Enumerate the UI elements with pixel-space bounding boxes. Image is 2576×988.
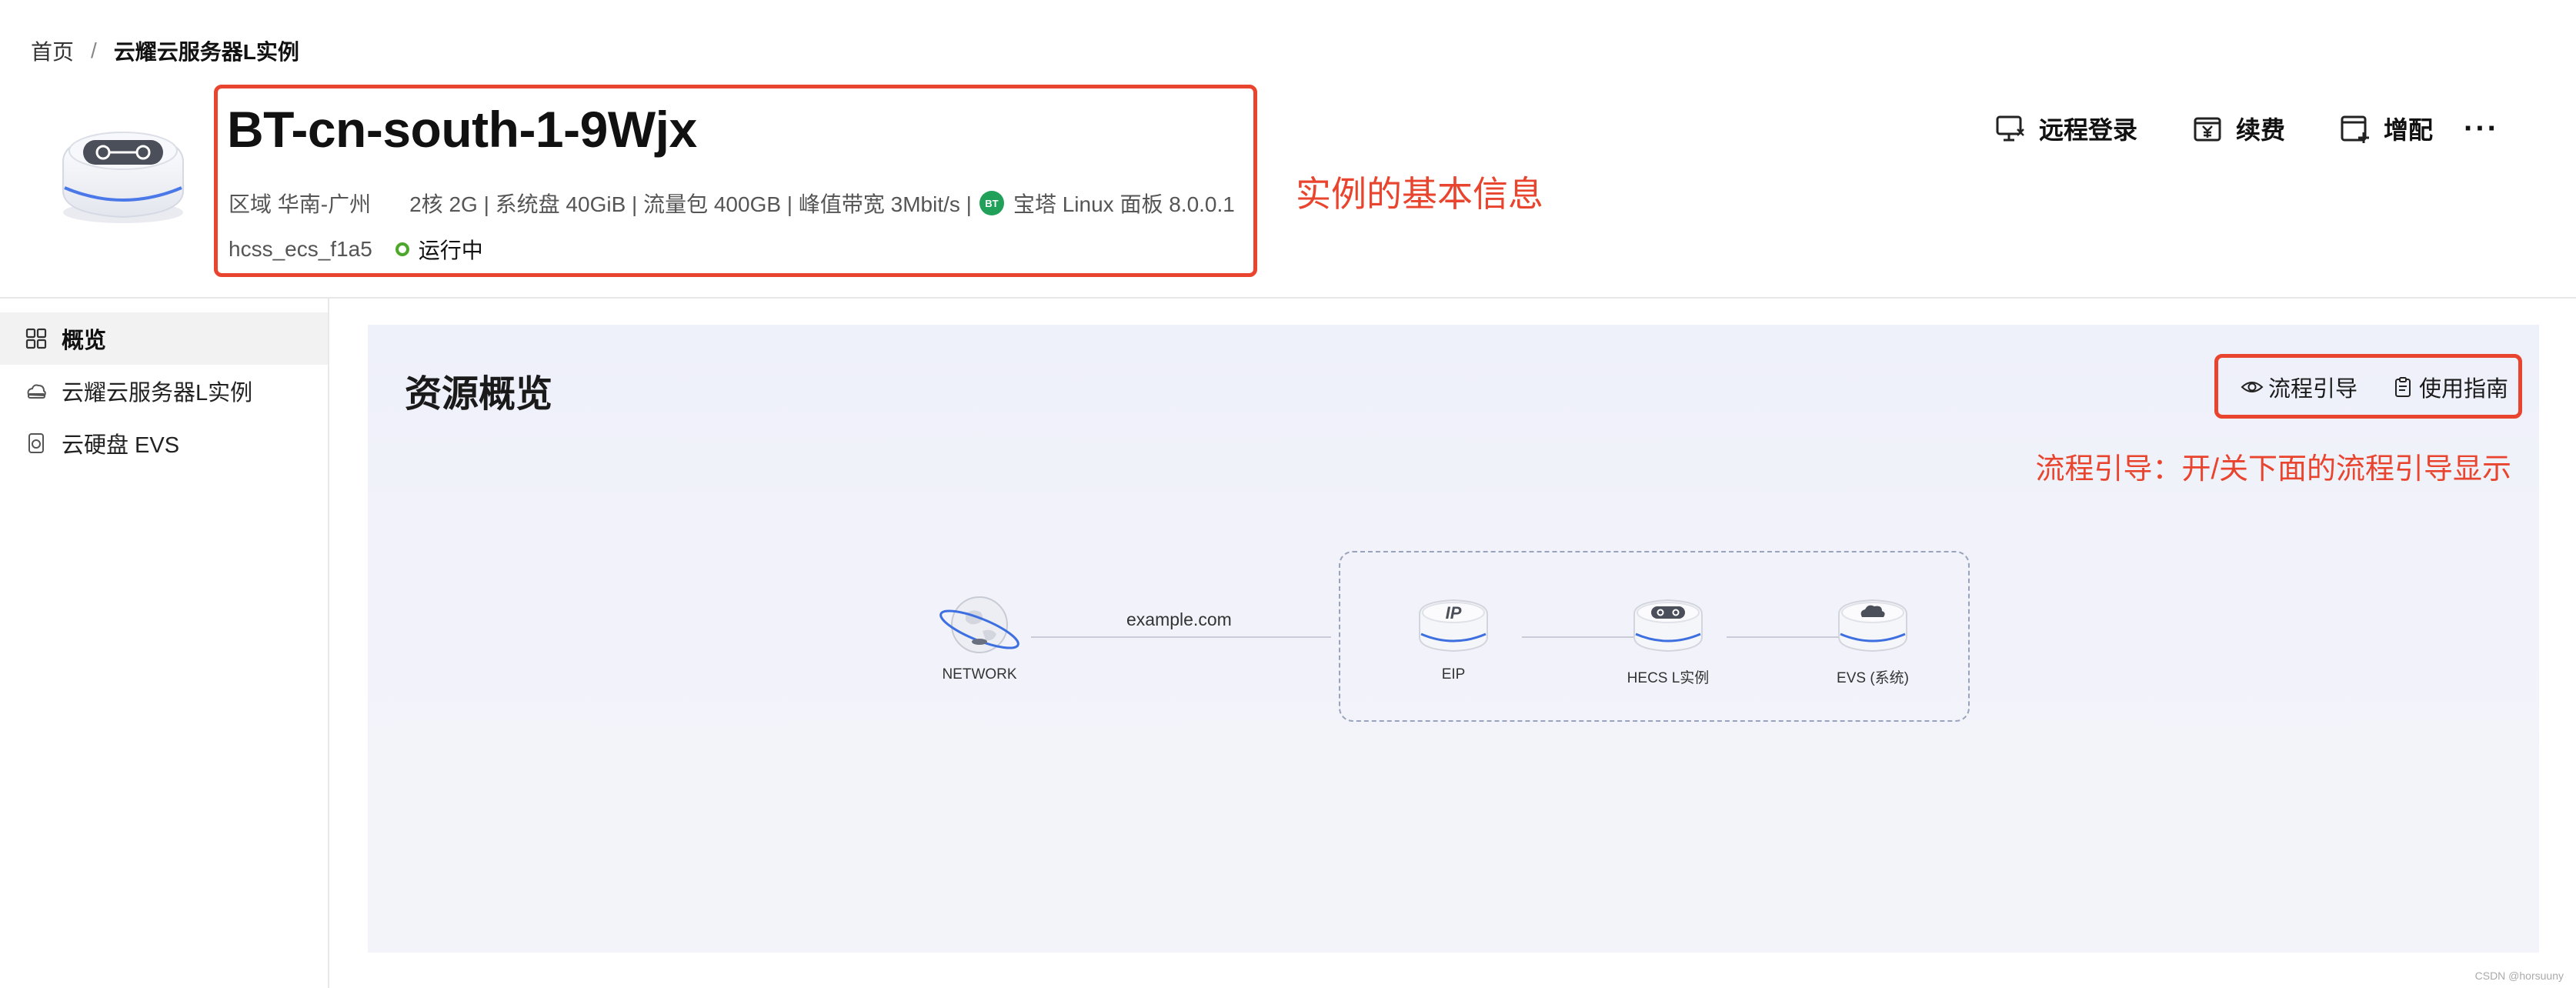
resource-overview-panel: 资源概览 流程引导 使用指南 流程引导：开/关下面的流程引导显示 example…: [368, 325, 2539, 953]
upgrade-label: 增配: [2384, 116, 2434, 144]
node-network[interactable]: NETWORK: [929, 591, 1029, 683]
node-label: NETWORK: [942, 666, 1017, 683]
instance-status: 运行中: [418, 239, 483, 262]
header-divider: [0, 297, 2576, 299]
globe-icon: [939, 596, 1019, 653]
ip-icon: IP: [1419, 599, 1488, 653]
bt-panel-icon: BT: [979, 191, 1004, 215]
breadcrumb-home-link[interactable]: 首页: [31, 35, 74, 66]
upgrade-button[interactable]: 增配: [2339, 111, 2433, 146]
node-label: EVS (系统): [1837, 670, 1909, 686]
sidebar-item-hecs-instance[interactable]: 云耀云服务器L实例: [0, 365, 328, 417]
breadcrumb: 首页 / 云耀云服务器L实例: [31, 35, 299, 66]
breadcrumb-separator: /: [91, 38, 97, 62]
cloud-disk-icon: [1838, 599, 1907, 653]
instance-region: 区域 华南-广州: [229, 192, 372, 216]
disk-icon: [25, 432, 48, 455]
renew-button[interactable]: 续费: [2191, 111, 2285, 146]
topology-diagram: example.com NETWORK IP EIP HECS L实例 EVS …: [368, 325, 2539, 953]
renew-icon: [2194, 117, 2221, 142]
instance-id[interactable]: hcss_ecs_f1a5: [229, 237, 372, 262]
cloud-server-icon: [25, 379, 48, 402]
node-label: EIP: [1441, 666, 1466, 683]
watermark: CSDN @horsuuny: [2474, 970, 2564, 982]
instance-device-image: [54, 114, 192, 229]
node-label: HECS L实例: [1627, 670, 1710, 686]
server-icon: [1633, 599, 1703, 653]
remote-login-button[interactable]: 远程登录: [1994, 111, 2137, 146]
instance-image-name: 宝塔 Linux 面板 8.0.0.1: [1013, 192, 1235, 216]
node-eip[interactable]: IP EIP: [1411, 591, 1496, 683]
instance-id-row: hcss_ecs_f1a5 运行中: [229, 234, 483, 265]
status-running-icon: [395, 242, 409, 256]
node-evs[interactable]: EVS (系统): [1804, 591, 1942, 687]
sidebar-item-label: 概览: [62, 329, 107, 353]
sidebar-item-label: 云硬盘 EVS: [62, 433, 180, 458]
svg-text:IP: IP: [1446, 603, 1462, 623]
more-options-icon[interactable]: ···: [2464, 112, 2499, 146]
instance-name: BT-cn-south-1-9Wjx: [227, 101, 697, 158]
remote-login-label: 远程登录: [2038, 116, 2137, 144]
sidebar: 概览 云耀云服务器L实例 云硬盘 EVS: [0, 299, 329, 988]
sidebar-item-overview[interactable]: 概览: [0, 312, 328, 365]
upgrade-icon: [2341, 115, 2370, 143]
instance-specs: 2核 2G | 系统盘 40GiB | 流量包 400GB | 峰值带宽 3Mb…: [409, 192, 972, 216]
sidebar-item-evs[interactable]: 云硬盘 EVS: [0, 417, 328, 469]
breadcrumb-current: 云耀云服务器L实例: [113, 40, 299, 64]
instance-specs-row: 区域 华南-广州 2核 2G | 系统盘 40GiB | 流量包 400GB |…: [229, 188, 1235, 219]
renew-label: 续费: [2236, 116, 2286, 144]
grid-icon: [25, 327, 48, 350]
remote-login-icon: [1996, 115, 2024, 142]
connector-network-eip: [1031, 636, 1331, 638]
node-hecs-instance[interactable]: HECS L实例: [1599, 591, 1737, 687]
domain-link-label: example.com: [1126, 609, 1232, 629]
header-actions: 远程登录 续费 增配 ···: [1994, 111, 2499, 146]
sidebar-item-label: 云耀云服务器L实例: [62, 381, 253, 406]
basic-info-annotation: 实例的基本信息: [1296, 174, 1543, 214]
